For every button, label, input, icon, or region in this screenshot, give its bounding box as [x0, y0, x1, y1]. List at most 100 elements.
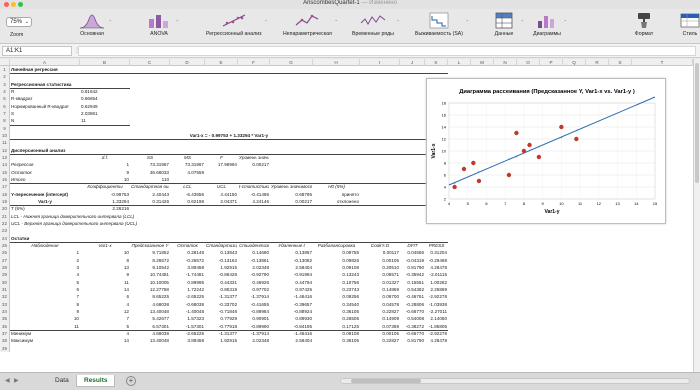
- column-label[interactable]: SS: [131, 154, 169, 161]
- table-cell[interactable]: 0.09108: [314, 264, 359, 271]
- table-cell[interactable]: -0.04319: [401, 257, 424, 264]
- toolbar-button-style[interactable]: Стиль: [676, 11, 700, 37]
- table-cell[interactable]: -1.37914: [239, 293, 269, 300]
- table-cell[interactable]: 0.00105: [361, 330, 399, 337]
- table-cell[interactable]: 0.81790: [401, 264, 424, 271]
- table-cell[interactable]: 10.10005: [131, 279, 169, 286]
- table-cell[interactable]: -0.41655: [239, 301, 269, 308]
- table-cell[interactable]: -0.68038: [171, 301, 204, 308]
- table-cell[interactable]: 4.24146: [239, 198, 269, 205]
- toolbar-button-time-series[interactable]: ⌄ Временные ряды: [352, 11, 400, 37]
- column-label[interactable]: d.f.: [81, 154, 129, 161]
- toolbar-button-density-curve[interactable]: ⌄ Основная: [78, 11, 112, 37]
- table-cell[interactable]: 3.89458: [171, 264, 204, 271]
- stat-label[interactable]: R-квадрат: [11, 95, 79, 102]
- table-cell[interactable]: -1.40048: [171, 308, 204, 315]
- column-label[interactable]: Уровень значимости: [271, 183, 312, 190]
- row-header[interactable]: 7: [0, 109, 10, 118]
- table-cell[interactable]: 3: [11, 264, 79, 271]
- table-cell[interactable]: 4.68038: [131, 301, 169, 308]
- table-cell[interactable]: -0.89990: [239, 323, 269, 330]
- table-cell[interactable]: -0.28806: [401, 301, 424, 308]
- table-cell[interactable]: 13.40048: [131, 337, 169, 344]
- table-cell[interactable]: 7: [11, 293, 79, 300]
- row-header[interactable]: 9: [0, 124, 10, 132]
- column-label[interactable]: Стандартная ошибка: [131, 183, 169, 190]
- table-cell[interactable]: 4: [81, 330, 129, 337]
- table-cell[interactable]: 6: [81, 293, 129, 300]
- section-title[interactable]: Дисперсионный анализ: [11, 147, 129, 154]
- table-cell[interactable]: -0.66770: [401, 308, 424, 315]
- section-title[interactable]: Регрессионная статистика: [11, 81, 129, 88]
- row-header[interactable]: 4: [0, 87, 10, 96]
- row-header[interactable]: 17: [0, 183, 10, 191]
- table-cell[interactable]: 0.10756: [314, 279, 359, 286]
- column-header[interactable]: F: [238, 59, 270, 66]
- spreadsheet-grid[interactable]: ABCDEFGHIJKLMNOPQRST 1 2 3 4 5 6 7 8 9 10 11 12 13 14…: [0, 59, 693, 372]
- table-cell[interactable]: -1.37914: [239, 330, 269, 337]
- table-cell[interactable]: -1.31377: [206, 293, 237, 300]
- table-cell[interactable]: -0.13082: [271, 257, 312, 264]
- column-header[interactable]: I: [360, 59, 400, 66]
- table-cell[interactable]: 0.00217: [271, 198, 312, 205]
- column-header[interactable]: R: [586, 59, 609, 66]
- row-header[interactable]: 23: [0, 227, 10, 235]
- scatter-chart[interactable]: Диаграмма рассеивания (Предсказанное Y, …: [426, 78, 666, 224]
- tab-scroll-left-icon[interactable]: ◀: [5, 377, 10, 384]
- vertical-scroll-thumb[interactable]: [695, 63, 699, 183]
- table-cell[interactable]: [206, 176, 237, 183]
- name-box[interactable]: A1:K1: [2, 46, 72, 56]
- table-cell[interactable]: -0.88924: [271, 308, 312, 315]
- table-cell[interactable]: 0.36105: [314, 337, 359, 344]
- row-label[interactable]: Y-пересечение (intercept): [11, 191, 79, 198]
- table-cell[interactable]: 0.20510: [361, 264, 399, 271]
- row-header[interactable]: 10: [0, 131, 10, 140]
- toolbar-button-regression[interactable]: ⌄ Регрессионный анализ: [206, 11, 267, 37]
- table-cell[interactable]: 0.54008: [401, 315, 424, 322]
- column-label[interactable]: Cook's D: [361, 242, 399, 249]
- column-label[interactable]: MS: [171, 154, 204, 161]
- minimize-window-icon[interactable]: [11, 2, 16, 7]
- table-cell[interactable]: -2.92278: [426, 293, 447, 300]
- table-cell[interactable]: 0.09108: [314, 330, 359, 337]
- table-cell[interactable]: 0.13843: [206, 249, 237, 256]
- table-cell[interactable]: -0.84195: [271, 323, 312, 330]
- row-header[interactable]: 12: [0, 146, 10, 154]
- table-cell[interactable]: -2.65225: [171, 293, 204, 300]
- table-cell[interactable]: 2.26216: [81, 205, 129, 212]
- column-label[interactable]: Разбалансировка: [314, 242, 359, 249]
- table-cell[interactable]: 13.40048: [131, 308, 169, 315]
- note[interactable]: UCL - Верхняя граница доверительного инт…: [11, 220, 237, 227]
- row-header[interactable]: 16: [0, 175, 10, 184]
- note[interactable]: LCL - Нижняя граница доверительного инте…: [11, 213, 237, 220]
- table-cell[interactable]: 8: [11, 301, 79, 308]
- column-label[interactable]: Уровень значимости: [239, 154, 269, 161]
- column-header[interactable]: B: [80, 59, 130, 66]
- row-header[interactable]: 34: [0, 307, 10, 316]
- row-header[interactable]: 26: [0, 249, 10, 257]
- stat-label[interactable]: Нормированный R-квадрат: [11, 103, 79, 110]
- row-header[interactable]: 38: [0, 337, 10, 345]
- table-cell[interactable]: 73.31967: [171, 161, 204, 168]
- table-cell[interactable]: 0.44331: [206, 279, 237, 286]
- table-cell[interactable]: 9.71852: [131, 249, 169, 256]
- table-cell[interactable]: 11: [81, 279, 129, 286]
- table-cell[interactable]: 1.33294: [81, 198, 129, 205]
- column-header[interactable]: T: [632, 59, 693, 66]
- tab-results[interactable]: Results: [76, 375, 116, 387]
- table-cell[interactable]: 4.68038: [131, 330, 169, 337]
- toolbar-button-survival[interactable]: ⌄ Выживаемость (SA): [415, 11, 469, 37]
- row-header[interactable]: 35: [0, 315, 10, 323]
- row-header[interactable]: 28: [0, 263, 10, 272]
- table-cell[interactable]: 2.58404: [271, 337, 312, 344]
- table-cell[interactable]: 10: [81, 176, 129, 183]
- row-header[interactable]: 37: [0, 329, 10, 338]
- row-label[interactable]: Var1-y: [11, 198, 79, 205]
- table-cell[interactable]: 2.04371: [206, 198, 237, 205]
- table-cell[interactable]: -2.65225: [171, 330, 204, 337]
- row-header[interactable]: 20: [0, 205, 10, 213]
- vertical-scrollbar[interactable]: [693, 59, 700, 372]
- table-cell[interactable]: принято: [314, 191, 359, 198]
- table-cell[interactable]: -1.46416: [271, 330, 312, 337]
- table-cell[interactable]: -0.26572: [171, 257, 204, 264]
